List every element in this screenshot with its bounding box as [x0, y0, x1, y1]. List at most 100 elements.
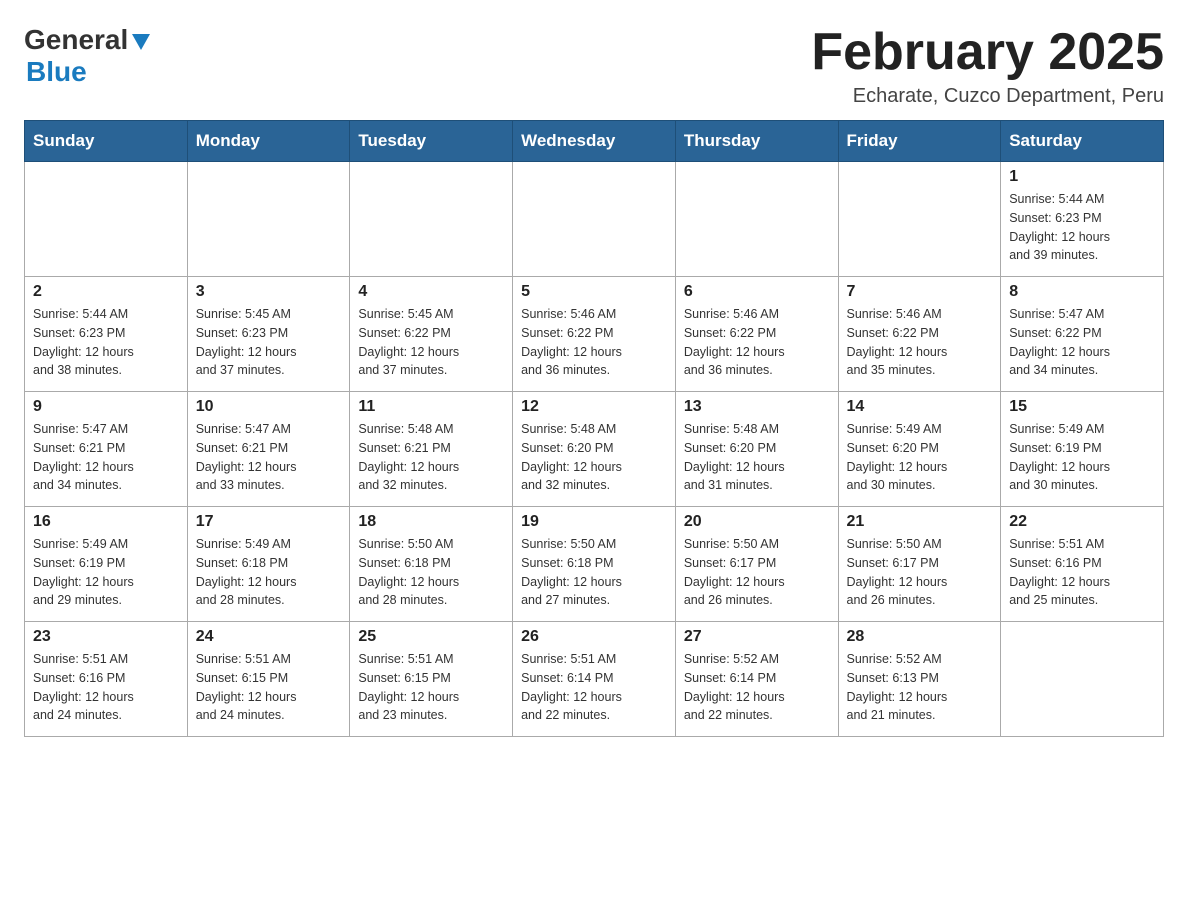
day-info: Sunrise: 5:50 AM Sunset: 6:17 PM Dayligh…	[684, 535, 830, 610]
day-number: 21	[847, 513, 993, 531]
day-info: Sunrise: 5:45 AM Sunset: 6:22 PM Dayligh…	[358, 305, 504, 380]
day-number: 2	[33, 283, 179, 301]
day-info: Sunrise: 5:46 AM Sunset: 6:22 PM Dayligh…	[684, 305, 830, 380]
day-info: Sunrise: 5:46 AM Sunset: 6:22 PM Dayligh…	[847, 305, 993, 380]
day-cell: 22 Sunrise: 5:51 AM Sunset: 6:16 PM Dayli…	[1001, 507, 1164, 622]
day-cell	[350, 162, 513, 277]
day-number: 4	[358, 283, 504, 301]
day-info: Sunrise: 5:47 AM Sunset: 6:21 PM Dayligh…	[196, 420, 342, 495]
weekday-header-sunday: Sunday	[25, 121, 188, 162]
day-number: 26	[521, 628, 667, 646]
logo-blue-text: Blue	[26, 56, 87, 87]
day-number: 13	[684, 398, 830, 416]
day-cell: 2 Sunrise: 5:44 AM Sunset: 6:23 PM Daylig…	[25, 277, 188, 392]
day-info: Sunrise: 5:47 AM Sunset: 6:21 PM Dayligh…	[33, 420, 179, 495]
day-info: Sunrise: 5:52 AM Sunset: 6:14 PM Dayligh…	[684, 650, 830, 725]
day-cell: 3 Sunrise: 5:45 AM Sunset: 6:23 PM Daylig…	[187, 277, 350, 392]
day-info: Sunrise: 5:48 AM Sunset: 6:20 PM Dayligh…	[521, 420, 667, 495]
day-info: Sunrise: 5:51 AM Sunset: 6:14 PM Dayligh…	[521, 650, 667, 725]
day-number: 10	[196, 398, 342, 416]
day-cell: 16 Sunrise: 5:49 AM Sunset: 6:19 PM Dayli…	[25, 507, 188, 622]
day-number: 25	[358, 628, 504, 646]
day-number: 16	[33, 513, 179, 531]
day-number: 14	[847, 398, 993, 416]
day-cell: 10 Sunrise: 5:47 AM Sunset: 6:21 PM Dayli…	[187, 392, 350, 507]
logo-flag-icon	[132, 34, 150, 50]
day-info: Sunrise: 5:50 AM Sunset: 6:17 PM Dayligh…	[847, 535, 993, 610]
page-header: General Blue February 2025 Echarate, Cuz…	[24, 24, 1164, 108]
day-number: 23	[33, 628, 179, 646]
weekday-header-friday: Friday	[838, 121, 1001, 162]
day-cell: 20 Sunrise: 5:50 AM Sunset: 6:17 PM Dayli…	[675, 507, 838, 622]
day-number: 11	[358, 398, 504, 416]
day-number: 9	[33, 398, 179, 416]
day-number: 8	[1009, 283, 1155, 301]
day-cell: 4 Sunrise: 5:45 AM Sunset: 6:22 PM Daylig…	[350, 277, 513, 392]
day-number: 15	[1009, 398, 1155, 416]
day-info: Sunrise: 5:48 AM Sunset: 6:20 PM Dayligh…	[684, 420, 830, 495]
calendar-table: SundayMondayTuesdayWednesdayThursdayFrid…	[24, 120, 1164, 737]
day-cell	[838, 162, 1001, 277]
day-info: Sunrise: 5:45 AM Sunset: 6:23 PM Dayligh…	[196, 305, 342, 380]
logo-general-text: General	[24, 24, 128, 56]
day-info: Sunrise: 5:46 AM Sunset: 6:22 PM Dayligh…	[521, 305, 667, 380]
day-cell: 24Sunrise: 5:51 AM Sunset: 6:15 PM Dayli…	[187, 622, 350, 737]
day-cell: 25 Sunrise: 5:51 AM Sunset: 6:15 PM Dayli…	[350, 622, 513, 737]
day-cell: 13 Sunrise: 5:48 AM Sunset: 6:20 PM Dayli…	[675, 392, 838, 507]
day-number: 27	[684, 628, 830, 646]
day-cell: 11 Sunrise: 5:48 AM Sunset: 6:21 PM Dayli…	[350, 392, 513, 507]
weekday-header-row: SundayMondayTuesdayWednesdayThursdayFrid…	[25, 121, 1164, 162]
title-block: February 2025 Echarate, Cuzco Department…	[811, 24, 1164, 108]
day-cell: 26 Sunrise: 5:51 AM Sunset: 6:14 PM Dayli…	[513, 622, 676, 737]
day-number: 3	[196, 283, 342, 301]
day-cell: 28Sunrise: 5:52 AM Sunset: 6:13 PM Dayli…	[838, 622, 1001, 737]
week-row-4: 23 Sunrise: 5:51 AM Sunset: 6:16 PM Dayli…	[25, 622, 1164, 737]
weekday-header-tuesday: Tuesday	[350, 121, 513, 162]
day-cell: 15 Sunrise: 5:49 AM Sunset: 6:19 PM Dayli…	[1001, 392, 1164, 507]
day-cell	[675, 162, 838, 277]
day-cell: 1 Sunrise: 5:44 AM Sunset: 6:23 PM Daylig…	[1001, 162, 1164, 277]
day-cell: 18Sunrise: 5:50 AM Sunset: 6:18 PM Dayli…	[350, 507, 513, 622]
day-cell	[25, 162, 188, 277]
day-info: Sunrise: 5:51 AM Sunset: 6:15 PM Dayligh…	[358, 650, 504, 725]
day-cell: 12 Sunrise: 5:48 AM Sunset: 6:20 PM Dayli…	[513, 392, 676, 507]
day-cell: 21 Sunrise: 5:50 AM Sunset: 6:17 PM Dayli…	[838, 507, 1001, 622]
day-info: Sunrise: 5:51 AM Sunset: 6:16 PM Dayligh…	[1009, 535, 1155, 610]
day-cell	[187, 162, 350, 277]
day-number: 6	[684, 283, 830, 301]
day-info: Sunrise: 5:44 AM Sunset: 6:23 PM Dayligh…	[33, 305, 179, 380]
day-number: 1	[1009, 168, 1155, 186]
day-number: 20	[684, 513, 830, 531]
day-number: 18	[358, 513, 504, 531]
day-number: 7	[847, 283, 993, 301]
location-subtitle: Echarate, Cuzco Department, Peru	[811, 85, 1164, 108]
day-number: 22	[1009, 513, 1155, 531]
day-cell	[1001, 622, 1164, 737]
day-cell: 5 Sunrise: 5:46 AM Sunset: 6:22 PM Daylig…	[513, 277, 676, 392]
day-number: 17	[196, 513, 342, 531]
day-info: Sunrise: 5:44 AM Sunset: 6:23 PM Dayligh…	[1009, 190, 1155, 265]
day-info: Sunrise: 5:52 AM Sunset: 6:13 PM Dayligh…	[847, 650, 993, 725]
weekday-header-saturday: Saturday	[1001, 121, 1164, 162]
day-cell: 23 Sunrise: 5:51 AM Sunset: 6:16 PM Dayli…	[25, 622, 188, 737]
weekday-header-thursday: Thursday	[675, 121, 838, 162]
day-number: 5	[521, 283, 667, 301]
day-cell: 6 Sunrise: 5:46 AM Sunset: 6:22 PM Daylig…	[675, 277, 838, 392]
weekday-header-monday: Monday	[187, 121, 350, 162]
week-row-0: 1 Sunrise: 5:44 AM Sunset: 6:23 PM Daylig…	[25, 162, 1164, 277]
day-info: Sunrise: 5:48 AM Sunset: 6:21 PM Dayligh…	[358, 420, 504, 495]
logo: General Blue	[24, 24, 150, 88]
weekday-header-wednesday: Wednesday	[513, 121, 676, 162]
day-number: 12	[521, 398, 667, 416]
day-cell: 17Sunrise: 5:49 AM Sunset: 6:18 PM Dayli…	[187, 507, 350, 622]
day-info: Sunrise: 5:49 AM Sunset: 6:20 PM Dayligh…	[847, 420, 993, 495]
day-info: Sunrise: 5:51 AM Sunset: 6:15 PM Dayligh…	[196, 650, 342, 725]
day-number: 19	[521, 513, 667, 531]
day-info: Sunrise: 5:47 AM Sunset: 6:22 PM Dayligh…	[1009, 305, 1155, 380]
day-info: Sunrise: 5:49 AM Sunset: 6:19 PM Dayligh…	[33, 535, 179, 610]
day-cell: 19Sunrise: 5:50 AM Sunset: 6:18 PM Dayli…	[513, 507, 676, 622]
day-info: Sunrise: 5:51 AM Sunset: 6:16 PM Dayligh…	[33, 650, 179, 725]
day-info: Sunrise: 5:49 AM Sunset: 6:19 PM Dayligh…	[1009, 420, 1155, 495]
week-row-1: 2 Sunrise: 5:44 AM Sunset: 6:23 PM Daylig…	[25, 277, 1164, 392]
day-cell: 9 Sunrise: 5:47 AM Sunset: 6:21 PM Daylig…	[25, 392, 188, 507]
